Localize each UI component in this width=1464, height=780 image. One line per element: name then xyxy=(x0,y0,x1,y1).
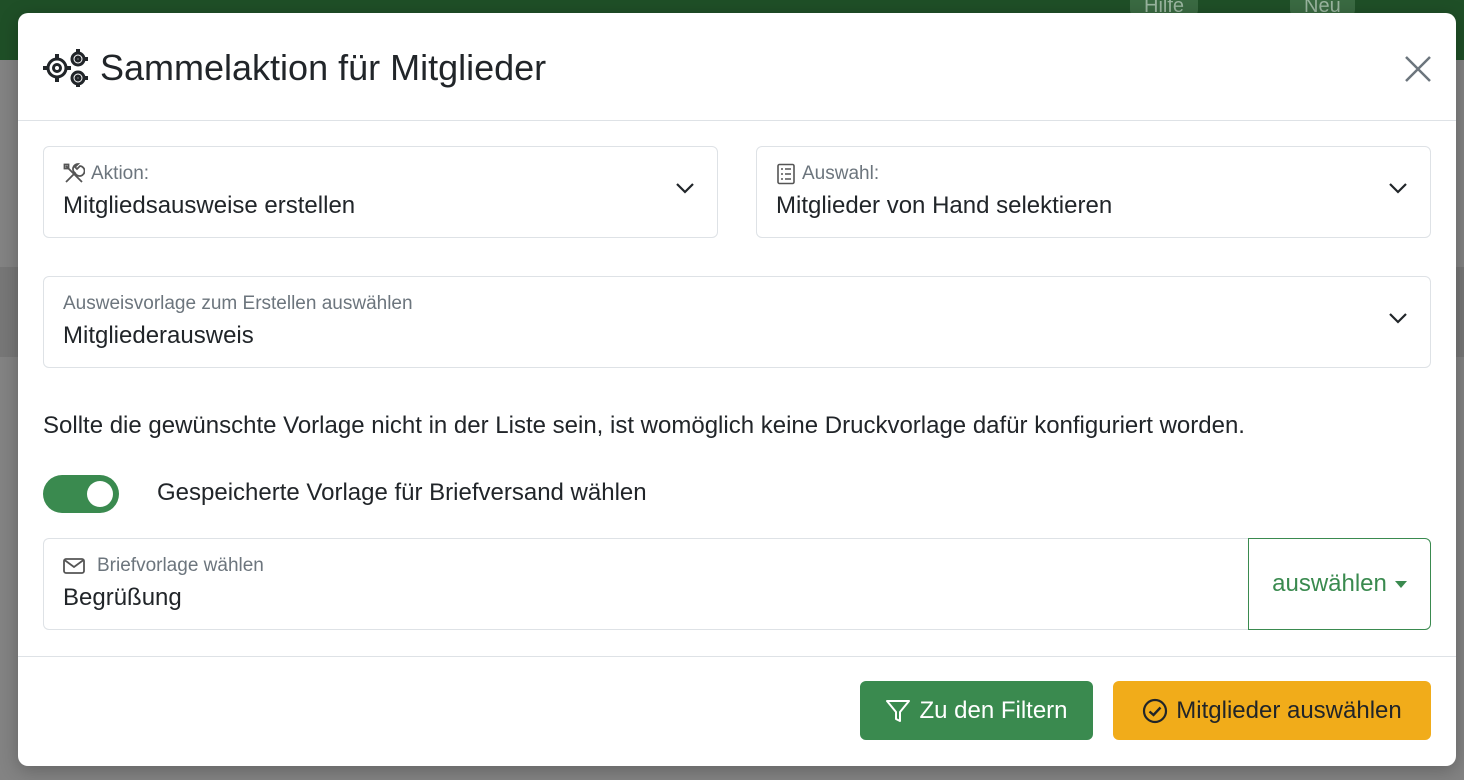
selection-select-value: Mitglieder von Hand selektieren xyxy=(776,192,1113,219)
letter-template-value: Begrüßung xyxy=(63,584,182,611)
letter-template-group: Briefvorlage wählen Begrüßung auswählen xyxy=(43,538,1431,630)
filter-icon xyxy=(885,698,911,724)
selection-select[interactable]: Auswahl: Mitglieder von Hand selektieren xyxy=(756,146,1431,238)
chevron-down-icon xyxy=(675,181,695,200)
tools-icon xyxy=(63,163,85,185)
action-select-label: Aktion: xyxy=(91,163,150,184)
modal-title: Sammelaktion für Mitglieder xyxy=(42,47,546,89)
modal-body: Aktion: Mitgliedsausweise erstellen Ausw… xyxy=(18,121,1456,657)
check-circle-icon xyxy=(1142,698,1168,724)
action-select[interactable]: Aktion: Mitgliedsausweise erstellen xyxy=(43,146,718,238)
letter-template-toggle[interactable] xyxy=(43,475,119,513)
selection-select-label-row: Auswahl: xyxy=(776,163,879,185)
to-filters-button[interactable]: Zu den Filtern xyxy=(860,681,1093,740)
select-members-label: Mitglieder auswählen xyxy=(1176,696,1402,724)
letter-template-toggle-label: Gespeicherte Vorlage für Briefversand wä… xyxy=(157,479,647,506)
to-filters-label: Zu den Filtern xyxy=(919,696,1068,724)
letter-template-field[interactable]: Briefvorlage wählen Begrüßung xyxy=(43,538,1249,630)
envelope-icon xyxy=(63,558,85,574)
select-members-button[interactable]: Mitglieder auswählen xyxy=(1113,681,1431,740)
modal-title-text: Sammelaktion für Mitglieder xyxy=(100,47,547,88)
action-select-label-row: Aktion: xyxy=(63,163,149,185)
template-select-value: Mitgliederausweis xyxy=(63,322,254,349)
modal-footer: Zu den Filtern Mitglieder auswählen xyxy=(18,657,1456,765)
letter-template-label: Briefvorlage wählen xyxy=(97,555,264,576)
close-button[interactable] xyxy=(1400,51,1436,87)
close-icon xyxy=(1405,56,1431,82)
letter-template-dropdown-label: auswählen xyxy=(1272,570,1387,597)
gears-icon xyxy=(42,48,90,88)
template-select-label: Ausweisvorlage zum Erstellen auswählen xyxy=(63,293,413,314)
letter-template-dropdown-button[interactable]: auswählen xyxy=(1248,538,1431,630)
chevron-down-icon xyxy=(1388,311,1408,330)
list-icon xyxy=(776,163,796,185)
template-hint-text: Sollte die gewünschte Vorlage nicht in d… xyxy=(43,412,1245,439)
template-select[interactable]: Ausweisvorlage zum Erstellen auswählen M… xyxy=(43,276,1431,368)
bulk-action-modal: Sammelaktion für Mitglieder Aktion: Mitg… xyxy=(18,13,1456,766)
selection-select-label: Auswahl: xyxy=(802,163,880,184)
action-select-value: Mitgliedsausweise erstellen xyxy=(63,192,356,219)
caret-down-icon xyxy=(1394,580,1407,588)
modal-header: Sammelaktion für Mitglieder xyxy=(18,13,1456,121)
toggle-knob xyxy=(87,481,113,507)
chevron-down-icon xyxy=(1388,181,1408,200)
letter-template-label-row: Briefvorlage wählen xyxy=(63,555,264,577)
